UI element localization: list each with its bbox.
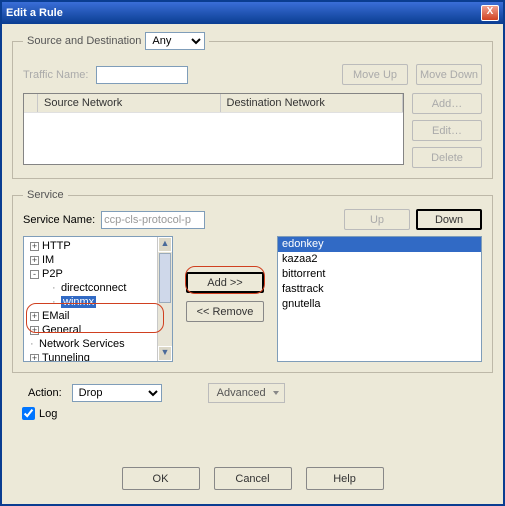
source-destination-group: Source and Destination Any Traffic Name:… <box>12 32 493 179</box>
down-button[interactable]: Down <box>416 209 482 230</box>
move-up-button: Move Up <box>342 64 408 85</box>
service-name-label: Service Name: <box>23 214 95 226</box>
cancel-button[interactable]: Cancel <box>214 467 292 490</box>
window-title: Edit a Rule <box>6 7 481 19</box>
service-body: +HTTP +IM -P2P ·directconnect ·winmx +EM… <box>23 236 482 362</box>
log-label: Log <box>39 408 57 420</box>
list-item[interactable]: bittorrent <box>278 267 481 282</box>
tree-item-p2p[interactable]: -P2P <box>30 267 172 281</box>
action-row: Action: Drop Advanced <box>28 383 493 403</box>
sd-edit-button: Edit… <box>412 120 482 141</box>
sd-col-dest: Destination Network <box>221 94 404 112</box>
traffic-name-label: Traffic Name: <box>23 69 88 81</box>
scroll-thumb[interactable] <box>159 253 171 303</box>
sd-legend: Source and Destination Any <box>23 32 209 50</box>
sd-add-button[interactable]: Add… <box>412 93 482 114</box>
tree-item-im[interactable]: +IM <box>30 253 172 267</box>
close-icon[interactable]: X <box>481 5 499 21</box>
tree-item-directconnect[interactable]: ·directconnect <box>30 281 172 295</box>
add-service-button[interactable]: Add >> <box>186 272 264 293</box>
ok-button[interactable]: OK <box>122 467 200 490</box>
list-item[interactable]: gnutella <box>278 297 481 312</box>
dialog-window: Edit a Rule X Source and Destination Any… <box>0 0 505 506</box>
sd-col-source: Source Network <box>38 94 221 112</box>
dialog-buttons: OK Cancel Help <box>2 467 503 490</box>
client-area: Source and Destination Any Traffic Name:… <box>2 24 503 428</box>
sd-scope-select[interactable]: Any <box>145 32 205 50</box>
list-item[interactable]: kazaa2 <box>278 252 481 267</box>
sd-table-wrap: Source Network Destination Network Add… … <box>23 93 482 168</box>
advanced-button[interactable]: Advanced <box>208 383 285 403</box>
tree-item-general[interactable]: +General <box>30 323 172 337</box>
up-button: Up <box>344 209 410 230</box>
traffic-row: Traffic Name: Move Up Move Down <box>23 64 482 85</box>
tree-item-network-services[interactable]: ·Network Services <box>30 337 172 351</box>
expand-icon[interactable]: + <box>30 326 39 335</box>
tree-item-winmx[interactable]: ·winmx <box>30 295 172 309</box>
expand-icon[interactable]: + <box>30 312 39 321</box>
list-item[interactable]: edonkey <box>278 237 481 252</box>
traffic-name-input <box>96 66 188 84</box>
tree-scrollbar[interactable]: ▲ ▼ <box>157 237 172 361</box>
scroll-down-icon[interactable]: ▼ <box>158 346 172 361</box>
remove-service-button[interactable]: << Remove <box>186 301 264 322</box>
tree-item-http[interactable]: +HTTP <box>30 239 172 253</box>
sd-table[interactable]: Source Network Destination Network <box>23 93 404 165</box>
tree-item-tunneling[interactable]: +Tunneling <box>30 351 172 362</box>
expand-icon[interactable]: + <box>30 256 39 265</box>
selected-services-list[interactable]: edonkey kazaa2 bittorrent fasttrack gnut… <box>277 236 482 362</box>
sd-delete-button: Delete <box>412 147 482 168</box>
collapse-icon[interactable]: - <box>30 270 39 279</box>
sd-table-header: Source Network Destination Network <box>24 94 403 113</box>
scroll-up-icon[interactable]: ▲ <box>158 237 172 252</box>
log-row: Log <box>22 407 493 420</box>
help-button[interactable]: Help <box>306 467 384 490</box>
service-top-row: Service Name: Up Down <box>23 209 482 230</box>
expand-icon[interactable]: + <box>30 354 39 362</box>
action-select[interactable]: Drop <box>72 384 162 402</box>
expand-icon[interactable]: + <box>30 242 39 251</box>
service-group: Service Service Name: Up Down +HTTP +IM … <box>12 189 493 373</box>
list-item[interactable]: fasttrack <box>278 282 481 297</box>
service-legend: Service <box>23 189 68 201</box>
sd-legend-text: Source and Destination <box>27 35 141 47</box>
action-label: Action: <box>28 387 62 399</box>
sd-col-handle <box>24 94 38 112</box>
transfer-buttons: Add >> << Remove <box>181 236 269 362</box>
service-name-input <box>101 211 205 229</box>
log-checkbox[interactable] <box>22 407 35 420</box>
protocol-tree[interactable]: +HTTP +IM -P2P ·directconnect ·winmx +EM… <box>23 236 173 362</box>
tree-item-email[interactable]: +EMail <box>30 309 172 323</box>
titlebar: Edit a Rule X <box>2 2 503 24</box>
move-down-button: Move Down <box>416 64 482 85</box>
